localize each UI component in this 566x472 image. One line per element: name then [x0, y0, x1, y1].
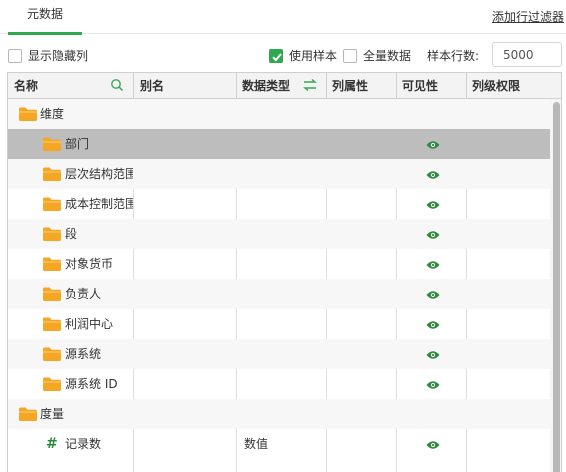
table-row[interactable]: 利润中心: [8, 309, 550, 339]
table-row[interactable]: 层次结构范围: [8, 159, 550, 189]
column-header-name[interactable]: 名称: [14, 73, 38, 99]
eye-icon[interactable]: [426, 199, 440, 213]
check-icon: [272, 53, 282, 62]
tab-bar: 元数据 添加行过滤器: [0, 0, 566, 35]
row-name: 层次结构范围: [65, 167, 133, 181]
eye-icon[interactable]: [426, 349, 440, 363]
show-hidden-columns-label: 显示隐藏列: [28, 49, 89, 63]
eye-icon[interactable]: [426, 319, 440, 333]
folder-icon: [42, 316, 62, 335]
eye-icon[interactable]: [426, 379, 440, 393]
use-sample-label: 使用样本: [289, 49, 338, 63]
folder-icon: [42, 376, 62, 395]
row-name: 段: [65, 227, 78, 241]
swap-icon[interactable]: [302, 78, 318, 92]
toolbar: 显示隐藏列 使用样本 全量数据 样本行数:: [0, 40, 566, 70]
row-name: 负责人: [65, 287, 102, 301]
folder-icon: [42, 256, 62, 275]
row-name: 成本控制范围: [65, 197, 133, 211]
row-name: 度量: [40, 407, 65, 421]
sample-rows-input[interactable]: [492, 42, 562, 67]
add-row-filter-link[interactable]: 添加行过滤器: [492, 8, 564, 25]
table-row[interactable]: 对象货币: [8, 249, 550, 279]
search-icon[interactable]: [110, 78, 124, 92]
row-data-type: 数值: [244, 437, 269, 451]
table-row[interactable]: # 记录数 数值: [8, 429, 550, 459]
column-header-alias[interactable]: 别名: [140, 73, 164, 99]
folder-icon: [42, 346, 62, 365]
tab-metadata-label: 元数据: [26, 7, 63, 21]
sample-rows-label: 样本行数:: [427, 49, 480, 63]
row-name: 维度: [40, 107, 65, 121]
row-name: 源系统 ID: [65, 377, 118, 391]
metadata-grid: 维度部门层次结构范围 成本控制范围段对象货币负责人利润中心源系统源系统 ID 度量 #…: [7, 72, 562, 472]
grid-header: 名称 别名 数据类型 列属性 可见性 列级权限: [8, 73, 561, 99]
eye-icon[interactable]: [426, 229, 440, 243]
table-row[interactable]: 源系统 ID: [8, 369, 550, 399]
row-name: 部门: [65, 137, 90, 151]
table-row[interactable]: 部门: [8, 129, 550, 159]
folder-icon: [42, 196, 62, 215]
column-header-column-properties[interactable]: 列属性: [332, 73, 368, 99]
row-name: 记录数: [65, 437, 102, 451]
full-data-checkbox[interactable]: [343, 49, 357, 63]
folder-icon: [42, 226, 62, 245]
folder-icon: [42, 286, 62, 305]
table-row[interactable]: 维度: [8, 99, 550, 129]
folder-icon: [42, 166, 62, 185]
eye-icon[interactable]: [426, 439, 440, 453]
column-header-column-permission[interactable]: 列级权限: [472, 73, 520, 99]
row-name: 对象货币: [65, 257, 114, 271]
folder-icon: [18, 406, 38, 425]
tab-active-indicator: [8, 32, 82, 35]
vertical-scrollbar[interactable]: [550, 99, 561, 472]
eye-icon[interactable]: [426, 139, 440, 153]
eye-icon[interactable]: [426, 289, 440, 303]
row-name: 源系统: [65, 347, 102, 361]
table-row[interactable]: 源系统: [8, 339, 550, 369]
hash-icon: #: [46, 436, 58, 452]
eye-icon[interactable]: [426, 169, 440, 183]
full-data-label: 全量数据: [363, 49, 412, 63]
table-row[interactable]: 段: [8, 219, 550, 249]
column-header-visibility[interactable]: 可见性: [402, 73, 438, 99]
folder-icon: [42, 136, 62, 155]
tab-metadata[interactable]: 元数据: [8, 0, 82, 35]
table-row[interactable]: 度量: [8, 399, 550, 429]
eye-icon[interactable]: [426, 259, 440, 273]
show-hidden-columns-checkbox[interactable]: [8, 49, 22, 63]
scrollbar-thumb[interactable]: [553, 102, 560, 472]
table-row[interactable]: 成本控制范围: [8, 189, 550, 219]
folder-icon: [18, 106, 38, 125]
column-header-data-type[interactable]: 数据类型: [242, 73, 290, 99]
use-sample-checkbox[interactable]: [269, 49, 283, 63]
row-name: 利润中心: [65, 317, 114, 331]
table-row[interactable]: 负责人: [8, 279, 550, 309]
